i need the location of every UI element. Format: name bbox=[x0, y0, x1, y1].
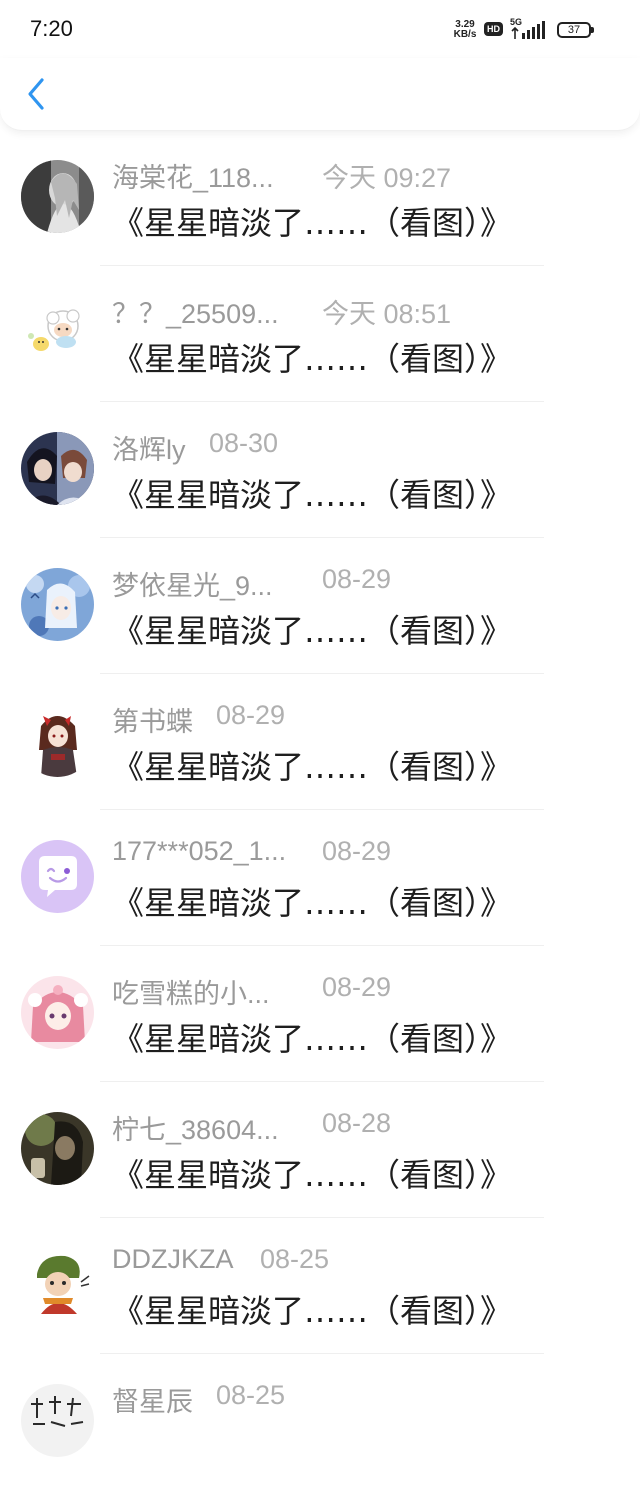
status-time: 7:20 bbox=[30, 16, 73, 41]
avatar[interactable] bbox=[21, 160, 94, 233]
avatar-image bbox=[21, 704, 94, 777]
chevron-left-icon bbox=[28, 78, 44, 110]
avatar-image bbox=[21, 432, 94, 505]
battery-icon: 37 bbox=[557, 22, 594, 38]
username[interactable]: 柠七_38604... bbox=[112, 1108, 279, 1147]
network-type-label: 5G bbox=[510, 17, 523, 27]
comment-time: 今天 09:27 bbox=[322, 163, 452, 193]
avatar-image bbox=[21, 840, 94, 913]
username[interactable]: 海棠花_118... bbox=[112, 156, 274, 195]
comment-title[interactable]: 《星星暗淡了……（看图）》 bbox=[112, 606, 512, 652]
avatar[interactable] bbox=[21, 840, 94, 913]
comment-list: 海棠花_118... 今天 09:27 《星星暗淡了……（看图）》 ？？_255… bbox=[0, 130, 640, 1490]
back-button[interactable] bbox=[16, 74, 56, 114]
list-item[interactable]: 督星辰 08-25 bbox=[0, 1354, 640, 1490]
list-item[interactable]: 洛辉ly 08-30 《星星暗淡了……（看图）》 bbox=[0, 402, 640, 538]
username[interactable]: 梦依星光_9... bbox=[112, 564, 273, 603]
header-bar bbox=[0, 58, 640, 131]
comment-title[interactable]: 《星星暗淡了……（看图）》 bbox=[112, 1014, 512, 1060]
comment-time: 08-25 bbox=[260, 1244, 330, 1274]
username[interactable]: 督星辰 bbox=[112, 1380, 193, 1419]
comment-time: 08-29 bbox=[322, 972, 392, 1002]
username[interactable]: 吃雪糕的小... bbox=[112, 972, 270, 1011]
username[interactable]: 洛辉ly bbox=[112, 428, 186, 467]
battery-level: 37 bbox=[567, 24, 581, 36]
comment-title[interactable]: 《星星暗淡了……（看图）》 bbox=[112, 742, 512, 788]
avatar-image bbox=[21, 976, 94, 1049]
comment-time: 08-29 bbox=[322, 564, 392, 594]
avatar[interactable] bbox=[21, 1112, 94, 1185]
list-item[interactable]: 梦依星光_9... 08-29 《星星暗淡了……（看图）》 bbox=[0, 538, 640, 674]
avatar[interactable] bbox=[21, 1248, 94, 1321]
avatar[interactable] bbox=[21, 1384, 94, 1457]
comment-time: 08-25 bbox=[216, 1380, 286, 1410]
comment-time: 今天 08:51 bbox=[322, 299, 452, 329]
status-bar: 7:20 3.29 KB/s HD 5G 37 bbox=[0, 0, 640, 60]
username[interactable]: DDZJKZA bbox=[112, 1244, 234, 1275]
list-item[interactable]: 海棠花_118... 今天 09:27 《星星暗淡了……（看图）》 bbox=[0, 130, 640, 266]
avatar[interactable] bbox=[21, 432, 94, 505]
avatar[interactable] bbox=[21, 296, 94, 369]
list-item[interactable]: 柠七_38604... 08-28 《星星暗淡了……（看图）》 bbox=[0, 1082, 640, 1218]
comment-time: 08-29 bbox=[322, 836, 392, 866]
avatar-image bbox=[21, 160, 94, 233]
comment-title[interactable]: 《星星暗淡了……（看图）》 bbox=[112, 878, 512, 924]
username[interactable]: ？？_25509... bbox=[112, 292, 279, 331]
comment-title[interactable]: 《星星暗淡了……（看图）》 bbox=[112, 1150, 512, 1196]
username[interactable]: 第书蝶 bbox=[112, 700, 193, 739]
avatar[interactable] bbox=[21, 704, 94, 777]
comment-title[interactable]: 《星星暗淡了……（看图）》 bbox=[112, 198, 512, 244]
avatar-image bbox=[21, 1384, 94, 1457]
list-item[interactable]: 吃雪糕的小... 08-29 《星星暗淡了……（看图）》 bbox=[0, 946, 640, 1082]
list-item[interactable]: 第书蝶 08-29 《星星暗淡了……（看图）》 bbox=[0, 674, 640, 810]
hd-badge: HD bbox=[484, 22, 503, 36]
avatar[interactable] bbox=[21, 568, 94, 641]
avatar-image bbox=[21, 1112, 94, 1185]
comment-title[interactable]: 《星星暗淡了……（看图）》 bbox=[112, 1286, 512, 1332]
comment-time: 08-29 bbox=[216, 700, 286, 730]
comment-time: 08-28 bbox=[322, 1108, 392, 1138]
network-speed-unit: KB/s bbox=[453, 29, 477, 40]
username[interactable]: 177***052_1... bbox=[112, 836, 286, 867]
list-item[interactable]: DDZJKZA 08-25 《星星暗淡了……（看图）》 bbox=[0, 1218, 640, 1354]
avatar[interactable] bbox=[21, 976, 94, 1049]
network-speed: 3.29 KB/s bbox=[450, 20, 480, 40]
comment-title[interactable]: 《星星暗淡了……（看图）》 bbox=[112, 334, 512, 380]
comment-time: 08-30 bbox=[209, 428, 279, 458]
avatar-image bbox=[21, 296, 94, 369]
list-item[interactable]: 177***052_1... 08-29 《星星暗淡了……（看图）》 bbox=[0, 810, 640, 946]
comment-title[interactable]: 《星星暗淡了……（看图）》 bbox=[112, 470, 512, 516]
cell-signal-icon: 5G bbox=[510, 17, 550, 41]
list-item[interactable]: ？？_25509... 今天 08:51 《星星暗淡了……（看图）》 bbox=[0, 266, 640, 402]
avatar-image bbox=[21, 568, 94, 641]
avatar-image bbox=[21, 1248, 94, 1321]
